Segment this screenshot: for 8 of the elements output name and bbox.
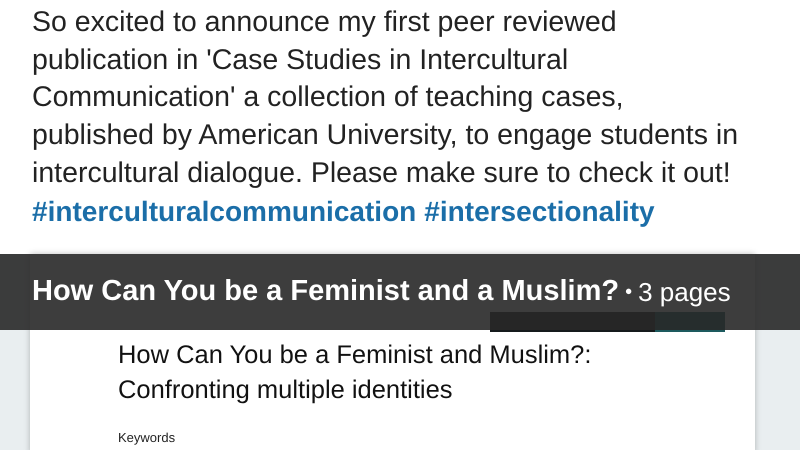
keywords-label: Keywords: [118, 429, 176, 448]
page-count: 3 pages: [638, 276, 731, 309]
separator-dot: •: [625, 280, 632, 306]
post-text: So excited to announce my first peer reviewed publication in 'Case Studies in Intercultural Communication' a collection of teaching cases, published by American University, to engage students in intercultural dialogue. Please make sure to check it out!: [31, 5, 740, 191]
document-title: How Can You be a Feminist and a Muslim?: [32, 274, 620, 310]
document-heading: How Can You be a Feminist and Muslim?: Confronting multiple identities: [118, 340, 592, 406]
hashtag-link[interactable]: #intersectionality: [424, 192, 655, 230]
hashtag-link[interactable]: #interculturalcommunication: [32, 192, 416, 230]
